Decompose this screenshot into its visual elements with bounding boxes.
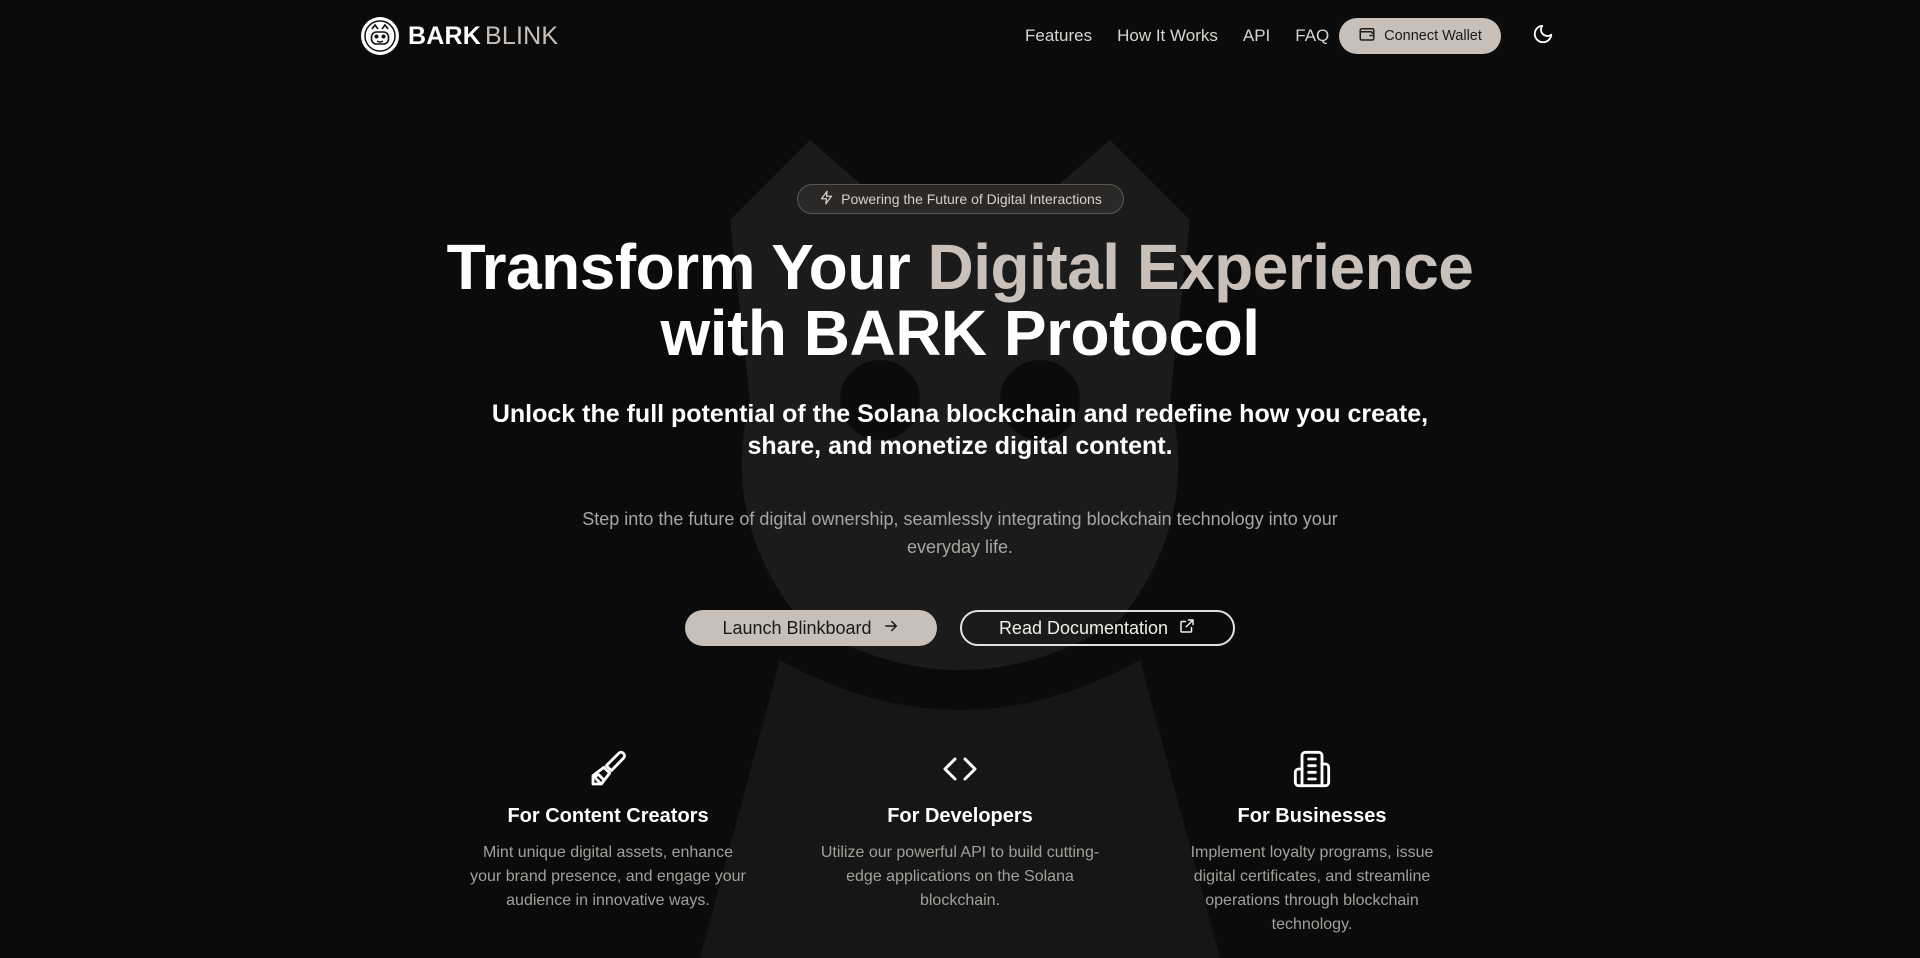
- feature-title: For Developers: [887, 805, 1033, 827]
- brand-logo[interactable]: BARK BLINK: [361, 17, 558, 55]
- brand-name-strong: BARK: [408, 21, 482, 50]
- bark-mascot-logo-icon: [361, 17, 399, 55]
- hero-title-part2: with BARK Protocol: [660, 297, 1260, 369]
- feature-title: For Content Creators: [507, 805, 709, 827]
- paintbrush-icon: [468, 748, 748, 790]
- building-icon: [1172, 748, 1452, 790]
- hero-title: Transform Your Digital Experience with B…: [0, 234, 1920, 366]
- nav-link-features[interactable]: Features: [1025, 26, 1092, 46]
- hero-badge: Powering the Future of Digital Interacti…: [797, 184, 1124, 214]
- feature-description: Utilize our powerful API to build cuttin…: [820, 844, 1100, 909]
- lightning-icon: [819, 190, 834, 208]
- feature-title: For Businesses: [1237, 805, 1387, 827]
- nav-link-how-it-works[interactable]: How It Works: [1117, 26, 1218, 46]
- feature-card-developers: For Developers Utilize our powerful API …: [820, 748, 1100, 913]
- brand-name: BARK BLINK: [408, 22, 558, 51]
- top-navigation-bar: BARK BLINK Features How It Works API FAQ …: [0, 0, 1920, 72]
- hero-title-accent: Digital Experience: [927, 231, 1474, 303]
- moon-icon: [1532, 23, 1554, 50]
- feature-description: Implement loyalty programs, issue digita…: [1190, 844, 1434, 933]
- read-documentation-button[interactable]: Read Documentation: [960, 610, 1235, 646]
- code-icon: [820, 748, 1100, 790]
- arrow-right-icon: [882, 617, 900, 640]
- brand-name-light: BLINK: [485, 21, 559, 50]
- hero-lead: Step into the future of digital ownershi…: [582, 509, 1338, 557]
- feature-description: Mint unique digital assets, enhance your…: [470, 844, 746, 909]
- hero-badge-label: Powering the Future of Digital Interacti…: [841, 191, 1102, 207]
- connect-wallet-button[interactable]: Connect Wallet: [1339, 18, 1501, 54]
- hero-subtitle: Unlock the full potential of the Solana …: [491, 400, 1429, 460]
- hero-title-part1: Transform Your: [446, 231, 928, 303]
- nav-link-faq[interactable]: FAQ: [1295, 26, 1329, 46]
- feature-card-content-creators: For Content Creators Mint unique digital…: [468, 748, 748, 913]
- connect-wallet-label: Connect Wallet: [1384, 28, 1482, 44]
- page: BARK BLINK Features How It Works API FAQ …: [0, 0, 1920, 958]
- feature-card-businesses: For Businesses Implement loyalty program…: [1172, 748, 1452, 937]
- launch-blinkboard-button[interactable]: Launch Blinkboard: [685, 610, 937, 646]
- theme-toggle-button[interactable]: [1530, 23, 1556, 49]
- launch-blinkboard-label: Launch Blinkboard: [722, 617, 872, 638]
- external-link-icon: [1178, 617, 1196, 640]
- nav-link-api[interactable]: API: [1243, 26, 1270, 46]
- wallet-icon: [1358, 25, 1376, 47]
- read-documentation-label: Read Documentation: [998, 617, 1169, 638]
- hero-cta-row: Launch Blinkboard Read Documentation: [0, 610, 1920, 646]
